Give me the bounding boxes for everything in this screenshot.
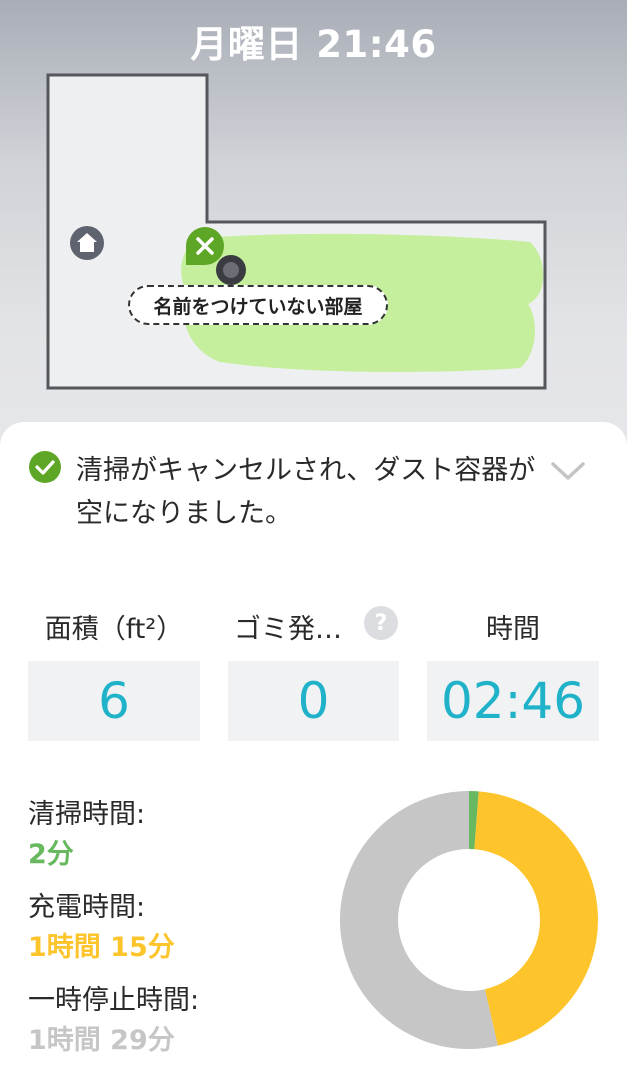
charging-time-value: 1時間 15分	[28, 932, 175, 963]
floor-map[interactable]	[0, 0, 627, 460]
time-breakdown-donut-chart	[340, 791, 598, 1049]
time-value: 02:46	[427, 661, 599, 741]
cleaning-time-value: 2分	[28, 839, 74, 870]
cleaning-time-label: 清掃時間:	[28, 799, 146, 830]
room-label[interactable]: 名前をつけていない部屋	[128, 285, 388, 325]
area-value: 6	[28, 661, 200, 741]
time-label: 時間	[486, 614, 540, 645]
area-label: 面積（ft²）	[44, 614, 184, 645]
charging-time-label: 充電時間:	[28, 892, 146, 923]
summary-message: 清掃がキャンセルされ、ダスト容器が空になりました。	[76, 455, 536, 529]
dirt-value: 0	[228, 661, 399, 741]
dirt-label: ゴミ発…	[234, 614, 342, 645]
paused-time-value: 1時間 29分	[28, 1025, 175, 1056]
check-circle-icon	[29, 451, 61, 483]
home-icon[interactable]	[70, 226, 104, 260]
help-icon[interactable]: ?	[364, 606, 398, 640]
close-icon	[186, 227, 224, 265]
robot-icon	[216, 255, 246, 285]
paused-time-label: 一時停止時間:	[28, 985, 200, 1016]
chevron-down-icon[interactable]	[550, 460, 586, 482]
